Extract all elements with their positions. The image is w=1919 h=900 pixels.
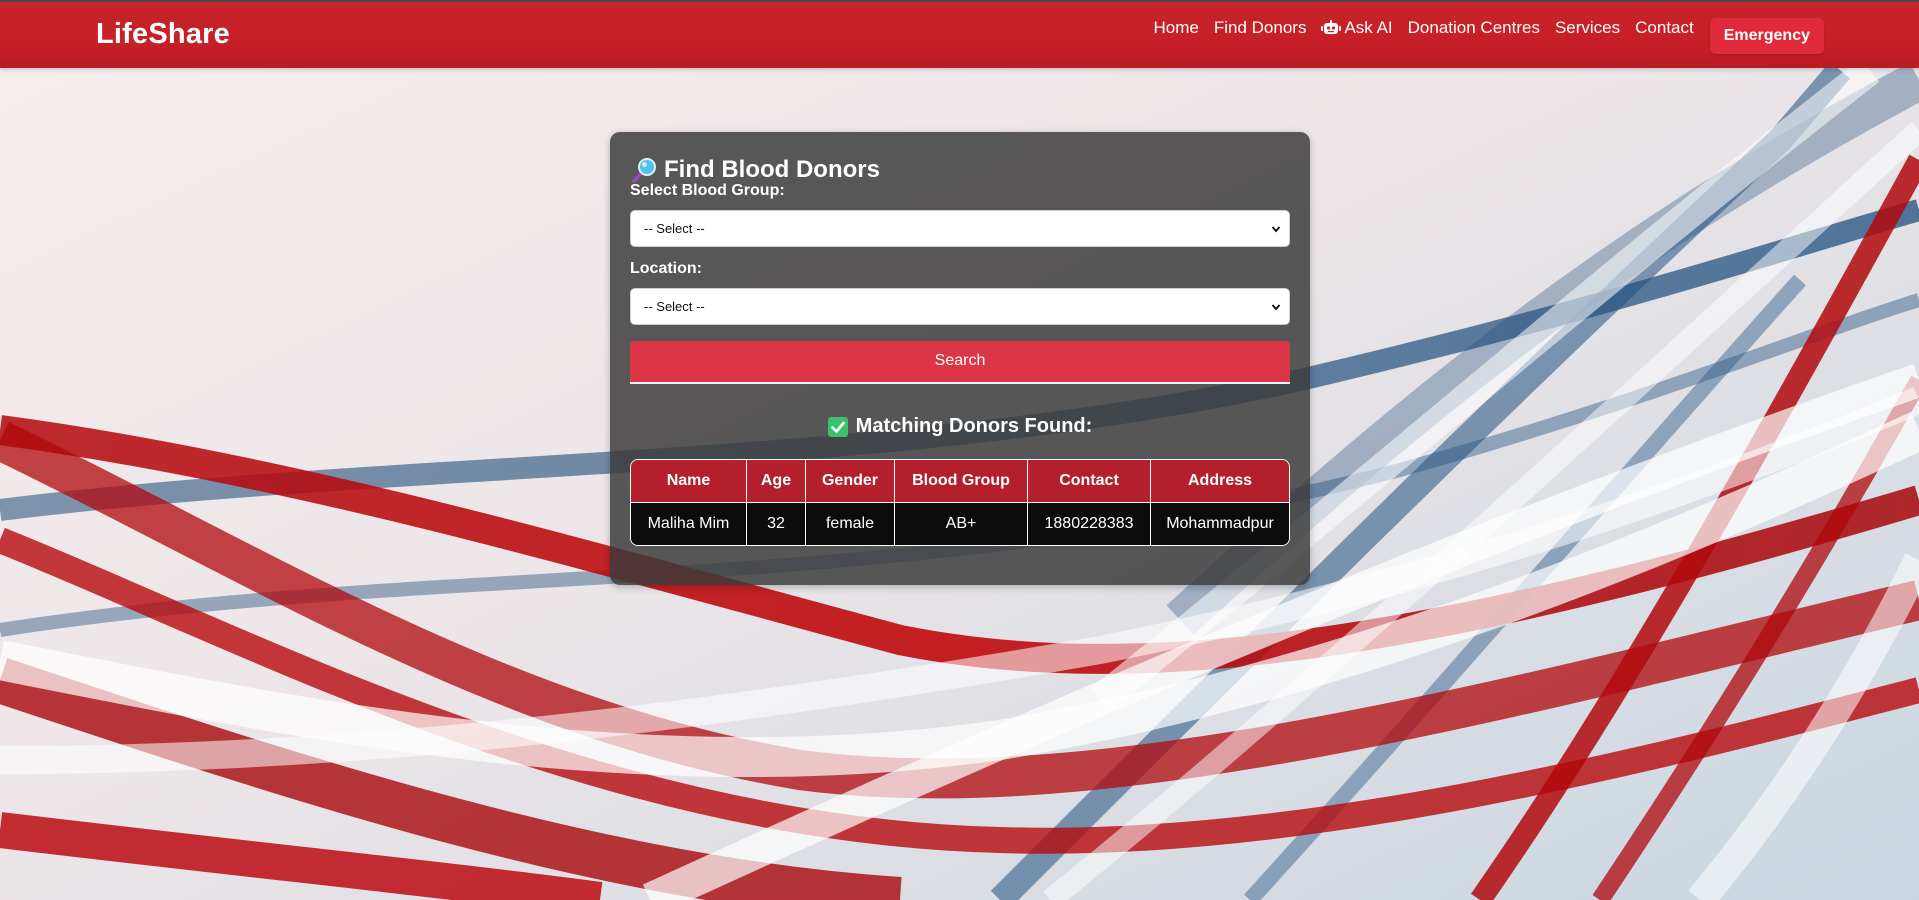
top-navbar: LifeShare Home Find Donors Ask AI Donati… (0, 0, 1919, 68)
magnifier-icon (632, 158, 656, 183)
location-select[interactable]: -- Select -- (630, 288, 1290, 325)
nav-link-services[interactable]: Services (1555, 18, 1620, 38)
cell-contact: 1880228383 (1028, 503, 1151, 545)
cell-address: Mohammadpur (1151, 503, 1289, 545)
chevron-down-icon (1271, 226, 1281, 233)
nav-link-ask-ai-label: Ask AI (1344, 18, 1393, 37)
card-title-text: Find Blood Donors (664, 156, 880, 183)
search-button[interactable]: Search (630, 341, 1290, 384)
cell-name: Maliha Mim (631, 503, 747, 545)
column-header-blood-group: Blood Group (895, 460, 1028, 503)
emergency-button[interactable]: Emergency (1709, 18, 1824, 54)
location-label: Location: (630, 260, 702, 277)
blood-group-selected-value: -- Select -- (644, 221, 705, 236)
results-heading-text: Matching Donors Found: (855, 415, 1093, 437)
check-icon (827, 416, 848, 437)
column-header-contact: Contact (1028, 460, 1151, 503)
find-donors-card: Find Blood Donors Select Blood Group: --… (610, 132, 1310, 585)
nav-links: Home Find Donors Ask AI Donation Centres… (1153, 2, 1919, 68)
table-header-row: Name Age Gender Blood Group Contact Addr… (631, 460, 1289, 503)
column-header-address: Address (1151, 460, 1289, 503)
robot-icon (1321, 20, 1342, 34)
chevron-down-icon (1271, 304, 1281, 311)
nav-link-donation-centres[interactable]: Donation Centres (1408, 18, 1540, 38)
nav-link-home[interactable]: Home (1153, 18, 1198, 38)
nav-link-ask-ai[interactable]: Ask AI (1321, 18, 1393, 38)
cell-gender: female (806, 503, 895, 545)
cell-blood-group: AB+ (895, 503, 1028, 545)
table-row: Maliha Mim 32 female AB+ 1880228383 Moha… (631, 503, 1289, 545)
brand-logo[interactable]: LifeShare (96, 18, 230, 51)
blood-group-label: Select Blood Group: (630, 182, 785, 199)
cell-age: 32 (747, 503, 806, 545)
results-heading: Matching Donors Found: (610, 415, 1310, 438)
column-header-name: Name (631, 460, 747, 503)
column-header-age: Age (747, 460, 806, 503)
nav-link-contact[interactable]: Contact (1635, 18, 1694, 38)
column-header-gender: Gender (806, 460, 895, 503)
nav-link-find-donors[interactable]: Find Donors (1214, 18, 1307, 38)
donors-table: Name Age Gender Blood Group Contact Addr… (630, 459, 1290, 546)
location-selected-value: -- Select -- (644, 299, 705, 314)
blood-group-select[interactable]: -- Select -- (630, 210, 1290, 247)
card-title: Find Blood Donors (630, 156, 880, 184)
